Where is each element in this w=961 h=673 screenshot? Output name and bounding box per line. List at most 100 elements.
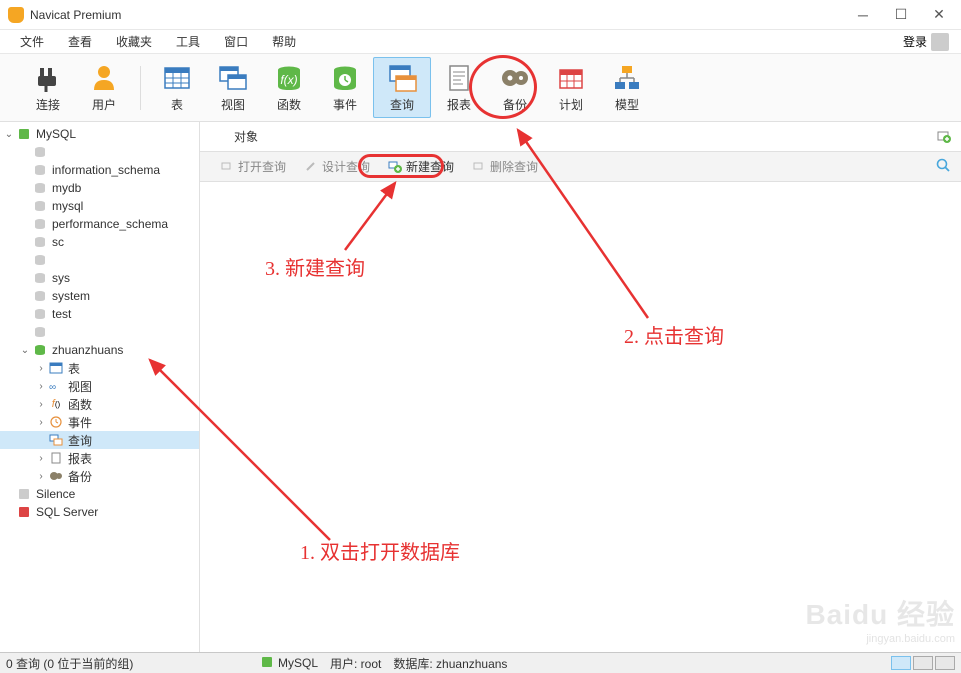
- view-mode-buttons: [891, 656, 955, 670]
- tree-tables[interactable]: ›表: [0, 359, 199, 377]
- watermark: Baidu 经验 jingyan.baidu.com: [805, 593, 955, 645]
- menu-window[interactable]: 窗口: [212, 30, 260, 53]
- collapse-icon[interactable]: ⌄: [18, 345, 32, 356]
- tree-backups[interactable]: › 备份: [0, 467, 199, 485]
- model-icon: [611, 62, 643, 94]
- menu-view[interactable]: 查看: [56, 30, 104, 53]
- menu-tools[interactable]: 工具: [164, 30, 212, 53]
- tree-database[interactable]: [0, 143, 199, 161]
- report-icon: [48, 451, 64, 465]
- expand-icon[interactable]: ›: [34, 471, 48, 482]
- tree-label: 事件: [68, 414, 92, 431]
- tree-label: mydb: [52, 181, 81, 195]
- connection-tree[interactable]: ⌄ MySQL information_schema mydb mysql pe…: [0, 122, 200, 652]
- view-detail-button[interactable]: [913, 656, 933, 670]
- delete-icon: [472, 160, 486, 174]
- expand-icon[interactable]: ›: [34, 363, 48, 374]
- login-button[interactable]: 登录: [903, 33, 953, 51]
- action-delete-query[interactable]: 删除查询: [466, 155, 544, 178]
- tool-model[interactable]: 模型: [599, 58, 655, 117]
- search-button[interactable]: [935, 157, 951, 176]
- tree-events[interactable]: › 事件: [0, 413, 199, 431]
- menu-help[interactable]: 帮助: [260, 30, 308, 53]
- database-icon: [32, 235, 48, 249]
- tab-objects[interactable]: 对象: [218, 122, 274, 151]
- action-label: 打开查询: [238, 158, 286, 175]
- minimize-button[interactable]: ─: [853, 5, 873, 25]
- tool-event[interactable]: 事件: [317, 58, 373, 117]
- tree-database-active[interactable]: ⌄ zhuanzhuans: [0, 341, 199, 359]
- sqlserver-icon: [16, 505, 32, 519]
- tool-user[interactable]: 用户: [76, 58, 132, 117]
- tool-label: 备份: [503, 96, 527, 113]
- view-grid-button[interactable]: [935, 656, 955, 670]
- view-list-button[interactable]: [891, 656, 911, 670]
- tree-label: 表: [68, 360, 80, 377]
- new-icon: [388, 160, 402, 174]
- tree-database[interactable]: mysql: [0, 197, 199, 215]
- expand-icon[interactable]: ›: [34, 399, 48, 410]
- tree-label: information_schema: [52, 163, 160, 177]
- tree-label: test: [52, 307, 71, 321]
- tree-queries[interactable]: 查询: [0, 431, 199, 449]
- tree-label: zhuanzhuans: [52, 343, 123, 357]
- tool-backup[interactable]: 备份: [487, 58, 543, 117]
- svg-text:∞: ∞: [49, 382, 56, 392]
- tool-label: 视图: [221, 96, 245, 113]
- expand-icon[interactable]: ›: [34, 453, 48, 464]
- action-new-query[interactable]: 新建查询: [382, 155, 460, 178]
- tree-database[interactable]: performance_schema: [0, 215, 199, 233]
- tree-label: performance_schema: [52, 217, 168, 231]
- tool-view[interactable]: 视图: [205, 58, 261, 117]
- tree-connection-sqlserver[interactable]: SQL Server: [0, 503, 199, 521]
- status-database: 数据库: zhuanzhuans: [393, 655, 507, 672]
- action-label: 删除查询: [490, 158, 538, 175]
- tree-database[interactable]: system: [0, 287, 199, 305]
- tree-database[interactable]: test: [0, 305, 199, 323]
- menu-favorites[interactable]: 收藏夹: [104, 30, 164, 53]
- event-icon: [329, 62, 361, 94]
- mysql-icon: [16, 127, 32, 141]
- tree-connection-mysql[interactable]: ⌄ MySQL: [0, 125, 199, 143]
- tree-views[interactable]: ›∞视图: [0, 377, 199, 395]
- schedule-icon: [555, 62, 587, 94]
- tool-function[interactable]: f(x) 函数: [261, 58, 317, 117]
- tool-label: 用户: [92, 96, 116, 113]
- tree-database[interactable]: [0, 251, 199, 269]
- tool-table[interactable]: 表: [149, 58, 205, 117]
- tree-label: system: [52, 289, 90, 303]
- tool-connect[interactable]: 连接: [20, 58, 76, 117]
- action-toolbar: 打开查询 设计查询 新建查询 删除查询: [200, 152, 961, 182]
- tree-functions[interactable]: ›f()函数: [0, 395, 199, 413]
- close-button[interactable]: ✕: [929, 5, 949, 25]
- tree-label: 备份: [68, 468, 92, 485]
- expand-icon[interactable]: ›: [34, 417, 48, 428]
- tree-database[interactable]: sc: [0, 233, 199, 251]
- view-icon: [217, 62, 249, 94]
- collapse-icon[interactable]: ⌄: [2, 129, 16, 140]
- tree-database[interactable]: mydb: [0, 179, 199, 197]
- database-icon: [32, 217, 48, 231]
- action-open-query[interactable]: 打开查询: [214, 155, 292, 178]
- tree-connection-silence[interactable]: Silence: [0, 485, 199, 503]
- query-icon: [386, 62, 418, 94]
- tool-report[interactable]: 报表: [431, 58, 487, 117]
- tree-database[interactable]: sys: [0, 269, 199, 287]
- status-connection: MySQL: [278, 656, 318, 670]
- menu-file[interactable]: 文件: [8, 30, 56, 53]
- tree-label: 函数: [68, 396, 92, 413]
- tree-database[interactable]: information_schema: [0, 161, 199, 179]
- tree-reports[interactable]: ›报表: [0, 449, 199, 467]
- database-icon: [32, 253, 48, 267]
- tool-label: 查询: [390, 96, 414, 113]
- expand-icon[interactable]: ›: [34, 381, 48, 392]
- maximize-button[interactable]: ☐: [891, 5, 911, 25]
- app-icon: [8, 7, 24, 23]
- tool-label: 报表: [447, 96, 471, 113]
- database-icon: [32, 163, 48, 177]
- tool-query[interactable]: 查询: [373, 57, 431, 118]
- tree-database[interactable]: [0, 323, 199, 341]
- add-tab-button[interactable]: [935, 128, 953, 146]
- tool-schedule[interactable]: 计划: [543, 58, 599, 117]
- action-design-query[interactable]: 设计查询: [298, 155, 376, 178]
